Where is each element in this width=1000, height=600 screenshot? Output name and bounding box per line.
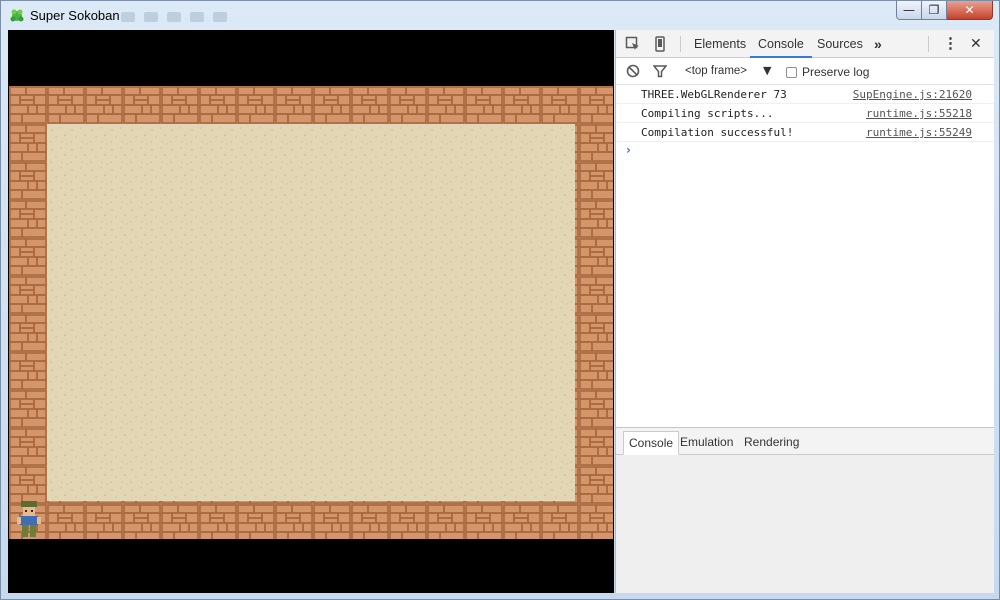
devtools-panel: Elements Console Sources » ⋮ ✕ <top fram… bbox=[615, 30, 994, 593]
more-tabs-icon[interactable]: » bbox=[874, 30, 882, 58]
maximize-icon: ❐ bbox=[928, 3, 940, 17]
console-filter-bar: <top frame> ▼ Preserve log bbox=[616, 58, 994, 85]
preserve-log-label: Preserve log bbox=[802, 65, 870, 79]
preserve-log-toggle[interactable]: Preserve log bbox=[786, 65, 869, 79]
frame-selector[interactable]: <top frame> bbox=[685, 65, 747, 77]
console-message: THREE.WebGLRenderer 73 SupEngine.js:2162… bbox=[616, 85, 994, 104]
message-text: Compiling scripts... bbox=[641, 107, 774, 120]
console-message: Compiling scripts... runtime.js:55218 bbox=[616, 104, 994, 123]
message-source-link[interactable]: runtime.js:55249 bbox=[866, 126, 972, 139]
game-canvas[interactable] bbox=[8, 30, 614, 593]
message-source-link[interactable]: runtime.js:55218 bbox=[866, 107, 972, 120]
console-message: Compilation successful! runtime.js:55249 bbox=[616, 123, 994, 142]
console-messages: THREE.WebGLRenderer 73 SupEngine.js:2162… bbox=[616, 85, 994, 160]
toolbar-divider bbox=[680, 36, 681, 52]
message-text: THREE.WebGLRenderer 73 bbox=[641, 88, 787, 101]
devtools-toolbar: Elements Console Sources » ⋮ ✕ bbox=[616, 30, 994, 58]
inspect-icon bbox=[625, 36, 639, 50]
drawer-tab-emulation[interactable]: Emulation bbox=[675, 431, 738, 455]
minimize-icon: — bbox=[903, 3, 915, 17]
clear-icon bbox=[626, 64, 640, 78]
message-text: Compilation successful! bbox=[641, 126, 794, 139]
devtools-menu-icon[interactable]: ⋮ bbox=[943, 30, 958, 58]
toolbar-divider bbox=[928, 36, 929, 52]
mobile-device-icon bbox=[655, 36, 665, 52]
app-logo-icon bbox=[10, 9, 24, 22]
background-toolbar-ghost bbox=[121, 6, 311, 28]
clear-console-button[interactable] bbox=[625, 63, 641, 79]
device-mode-button[interactable] bbox=[652, 36, 668, 52]
window-title: Super Sokoban bbox=[30, 8, 120, 23]
drawer-tab-console[interactable]: Console bbox=[623, 431, 680, 455]
close-icon: ✕ bbox=[964, 3, 975, 17]
minimize-button[interactable]: — bbox=[896, 1, 922, 20]
console-prompt[interactable]: › bbox=[616, 142, 994, 160]
tab-elements[interactable]: Elements bbox=[694, 30, 746, 58]
app-window: Super Sokoban — ❐ ✕ Elements Console Sou… bbox=[0, 0, 1000, 600]
tab-console[interactable]: Console bbox=[750, 30, 812, 58]
drawer-tab-rendering[interactable]: Rendering bbox=[739, 431, 804, 455]
title-bar: Super Sokoban — ❐ ✕ bbox=[1, 1, 999, 30]
devtools-drawer: Console Emulation Rendering bbox=[616, 427, 994, 593]
message-source-link[interactable]: SupEngine.js:21620 bbox=[853, 88, 972, 101]
inspect-element-button[interactable] bbox=[625, 36, 641, 52]
filter-button[interactable] bbox=[652, 63, 668, 79]
drawer-tab-strip: Console Emulation Rendering bbox=[616, 428, 994, 455]
sand-floor bbox=[47, 124, 575, 501]
filter-icon bbox=[653, 65, 667, 78]
sokoban-level bbox=[9, 86, 613, 539]
dropdown-arrow-icon[interactable]: ▼ bbox=[763, 64, 771, 77]
window-controls: — ❐ ✕ bbox=[896, 1, 993, 21]
close-devtools-icon[interactable]: ✕ bbox=[970, 30, 982, 58]
close-window-button[interactable]: ✕ bbox=[947, 1, 993, 20]
maximize-button[interactable]: ❐ bbox=[922, 1, 947, 20]
preserve-log-checkbox[interactable] bbox=[786, 66, 797, 78]
prompt-chevron-icon: › bbox=[626, 143, 631, 157]
tab-sources[interactable]: Sources bbox=[817, 30, 863, 58]
